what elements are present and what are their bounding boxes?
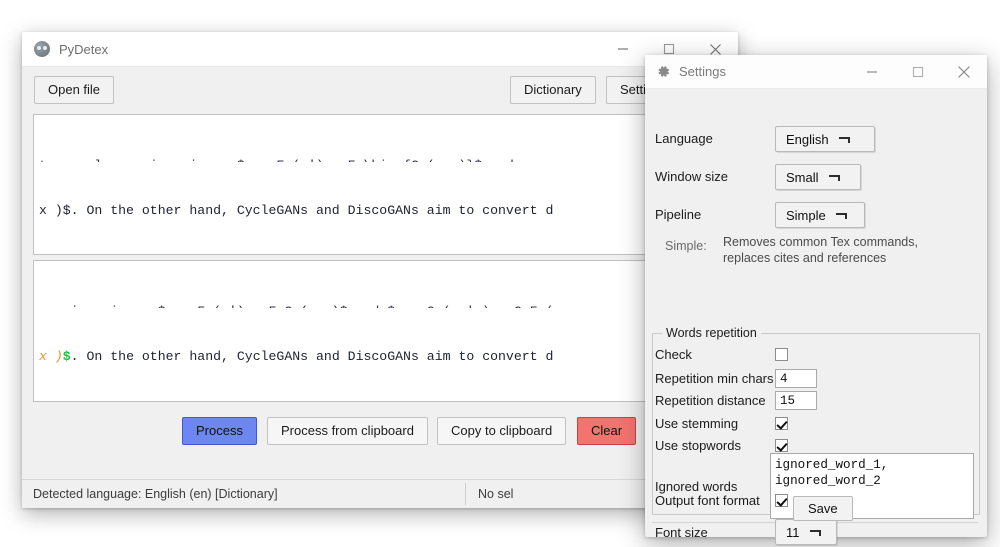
chevron-down-icon [828, 172, 840, 183]
use-stopwords-label: Use stopwords [655, 438, 741, 453]
pipeline-label: Pipeline [655, 207, 702, 222]
settings-window-title: Settings [679, 64, 726, 79]
repetition-min-chars-input[interactable]: 4 [775, 369, 817, 388]
repetition-distance-input[interactable]: 15 [775, 391, 817, 410]
main-toolbar: Open file Dictionary Settings [22, 67, 738, 115]
words-repetition-title: Words repetition [662, 326, 761, 340]
math-token: x [39, 348, 55, 364]
repetition-distance-label: Repetition distance [655, 393, 766, 408]
input-line: x )$. On the other hand, CycleGANs and D… [39, 202, 554, 218]
settings-titlebar[interactable]: Settings [645, 55, 987, 89]
font-size-label: Font size [655, 525, 708, 540]
window-size-label: Window size [655, 169, 728, 184]
use-stemming-label: Use stemming [655, 416, 739, 431]
output-line: x )$. On the other hand, CycleGANs and D… [39, 347, 721, 366]
output-font-format-label: Output font format [655, 493, 760, 508]
process-button[interactable]: Process [182, 417, 257, 445]
save-button[interactable]: Save [793, 496, 853, 521]
math-token: ) [54, 348, 63, 364]
action-button-bar: Process Process from clipboard Copy to c… [22, 414, 738, 454]
use-stopwords-checkbox[interactable] [775, 439, 788, 452]
check-checkbox[interactable] [775, 348, 788, 361]
output-font-format-checkbox[interactable] [775, 494, 788, 507]
language-label: Language [655, 131, 713, 146]
minimize-icon[interactable] [600, 32, 646, 66]
use-stemming-checkbox[interactable] [775, 417, 788, 430]
input-textarea[interactable]: two-cycle mapping, i.e., $x = F (y') = F… [33, 114, 727, 255]
maximize-icon[interactable] [895, 55, 941, 89]
pipeline-select[interactable]: Simple [775, 202, 865, 228]
window-size-row: Window size [655, 169, 728, 184]
copy-to-clipboard-button[interactable]: Copy to clipboard [437, 417, 567, 445]
window-size-select[interactable]: Small [775, 164, 861, 190]
language-value: English [786, 131, 829, 147]
gear-icon [658, 66, 670, 77]
language-row: Language [655, 131, 713, 146]
output-line-text: . On the other hand, CycleGANs and Disco… [70, 348, 554, 364]
check-label: Check [655, 347, 692, 362]
pipeline-row: Pipeline [655, 207, 701, 222]
screen: PyDetex Open file Dictionary Settings tw… [0, 0, 1000, 547]
open-file-button[interactable]: Open file [34, 76, 115, 104]
language-select[interactable]: English [775, 126, 875, 152]
pipeline-value: Simple [786, 207, 826, 223]
input-line: two-cycle mapping, i.e., $x = F (y') = F… [39, 156, 721, 162]
repetition-min-chars-value: 4 [780, 371, 788, 386]
chevron-down-icon [835, 210, 847, 221]
window-title: PyDetex [59, 41, 109, 57]
dollar-token: $ [62, 348, 71, 364]
main-titlebar[interactable]: PyDetex [22, 32, 738, 67]
repetition-min-chars-label: Repetition min chars [655, 371, 774, 386]
minimize-icon[interactable] [849, 55, 895, 89]
font-size-select[interactable]: 11 [775, 519, 837, 545]
selection-status: No sel [478, 487, 514, 501]
window-size-value: Small [786, 169, 819, 185]
repetition-distance-value: 15 [780, 393, 796, 408]
pipeline-hint-description: Removes common Tex commands, replaces ci… [723, 235, 918, 265]
font-size-value: 11 [786, 524, 800, 540]
output-line: mapping, i.e., $x = F (y') = F G ( x )$ … [39, 302, 721, 308]
settings-window-controls [849, 55, 987, 89]
chevron-down-icon [838, 134, 850, 145]
process-from-clipboard-button[interactable]: Process from clipboard [267, 417, 428, 445]
settings-body: Language English Window size Small Pipel… [645, 89, 987, 538]
close-icon[interactable] [941, 55, 987, 89]
clear-button[interactable]: Clear [577, 417, 637, 445]
ignored-words-label: Ignored words [655, 479, 738, 494]
settings-window: Settings Language English Window size Sm… [645, 55, 987, 545]
output-line-text: mapping, i.e., $x = F (y') = F G ( x )$ … [39, 304, 553, 308]
detected-language-status: Detected language: English (en) [Diction… [22, 483, 466, 505]
main-window: PyDetex Open file Dictionary Settings tw… [22, 32, 738, 508]
output-textarea[interactable]: mapping, i.e., $x = F (y') = F G ( x )$ … [33, 260, 727, 402]
main-title-group: PyDetex [22, 41, 600, 57]
app-icon [34, 41, 50, 57]
pipeline-hint-key: Simple: [665, 239, 707, 253]
dictionary-button[interactable]: Dictionary [510, 76, 596, 104]
status-bar: Detected language: English (en) [Diction… [22, 479, 738, 508]
chevron-down-icon [809, 527, 821, 538]
